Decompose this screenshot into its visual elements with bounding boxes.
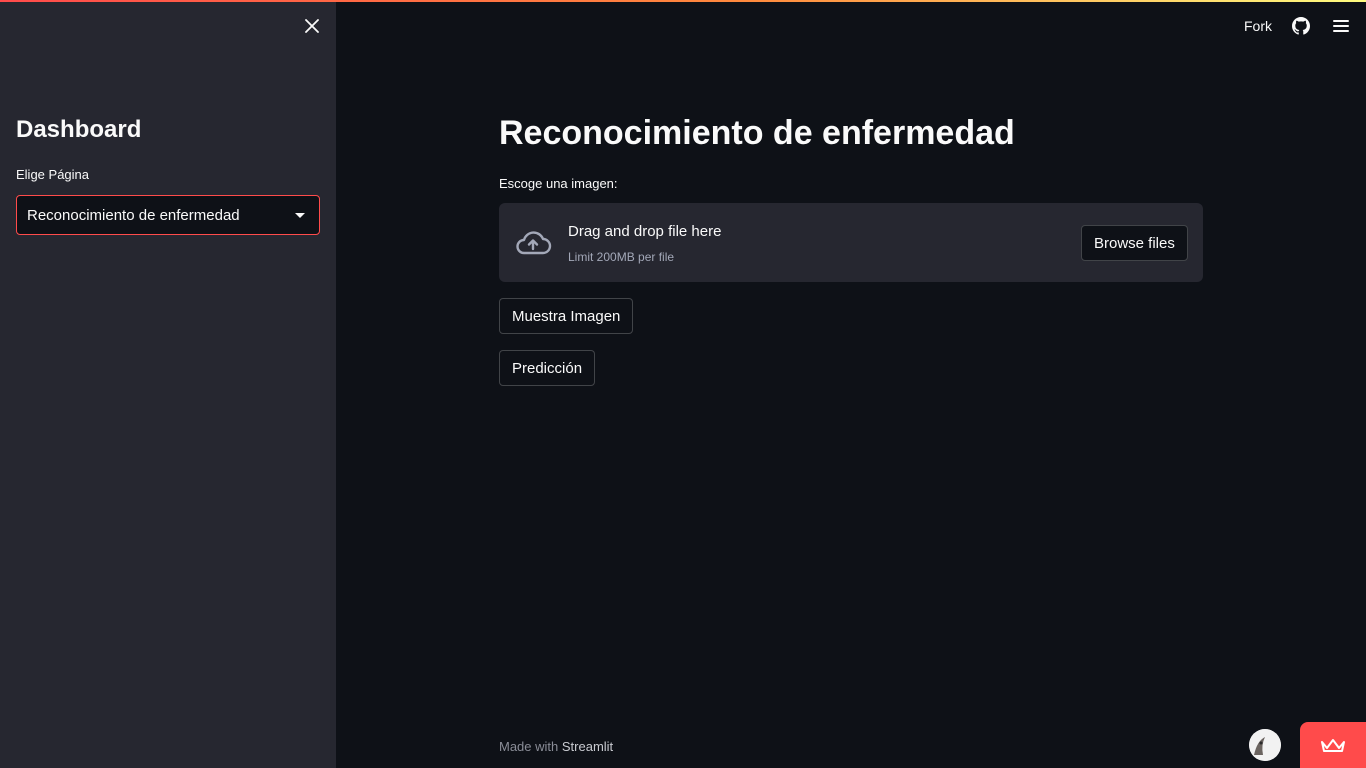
footer-brand-link[interactable]: Streamlit	[562, 739, 613, 754]
main-content: Reconocimiento de enfermedad Escoge una …	[499, 0, 1203, 768]
dropzone-instructions: Drag and drop file here	[568, 223, 722, 240]
file-dropzone[interactable]: Drag and drop file here Limit 200MB per …	[499, 203, 1203, 282]
select-value: Reconocimiento de enfermedad	[27, 206, 240, 224]
predict-button[interactable]: Predicción	[499, 350, 596, 386]
footer: Made with Streamlit	[499, 739, 613, 754]
page-title: Reconocimiento de enfermedad	[499, 114, 1015, 152]
header-toolbar: Fork	[1244, 14, 1352, 38]
chevron-down-icon	[295, 212, 305, 218]
hamburger-menu-icon[interactable]	[1330, 15, 1352, 37]
sidebar-title: Dashboard	[16, 116, 142, 143]
show-image-button[interactable]: Muestra Imagen	[499, 298, 634, 334]
close-icon[interactable]	[300, 14, 324, 38]
fork-link[interactable]: Fork	[1244, 18, 1272, 34]
dropzone-limit: Limit 200MB per file	[568, 250, 675, 264]
sidebar: Dashboard Elige Página Reconocimiento de…	[0, 0, 336, 768]
browse-files-button[interactable]: Browse files	[1081, 225, 1188, 261]
cloud-upload-icon	[516, 231, 552, 255]
top-decoration-bar	[0, 0, 1366, 2]
streamlit-crown-icon[interactable]	[1300, 722, 1366, 768]
github-icon[interactable]	[1290, 15, 1312, 37]
select-label: Elige Página	[16, 167, 89, 182]
footer-made-with: Made with	[499, 739, 559, 754]
uploader-label: Escoge una imagen:	[499, 176, 618, 191]
avatar[interactable]	[1249, 729, 1281, 761]
page-select[interactable]: Reconocimiento de enfermedad	[16, 195, 320, 235]
